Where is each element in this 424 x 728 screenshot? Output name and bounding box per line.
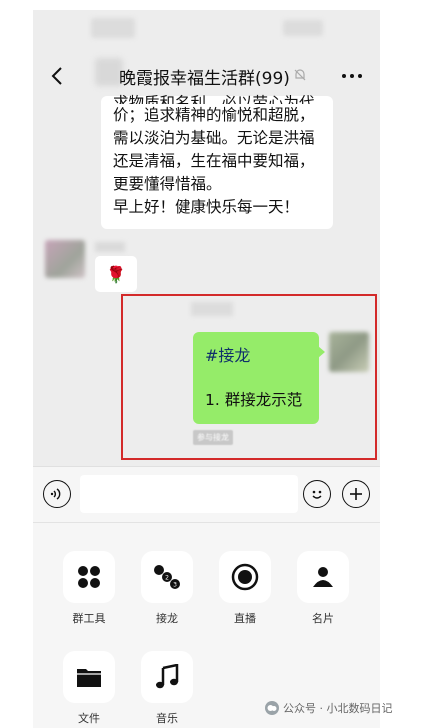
jielong-item: 1. 群接龙示范: [205, 391, 303, 409]
message-input[interactable]: [80, 475, 298, 513]
tool-label: 文件: [78, 712, 100, 725]
sticker-message[interactable]: 🌹: [95, 256, 137, 292]
tool-tile[interactable]: [63, 551, 115, 603]
tool-label: 群工具: [72, 612, 106, 625]
chat-screen: 晚霞报幸福生活群(99) 求物质和名利，必以劳心为代 价；追求精神的愉悦和超脱，…: [33, 10, 380, 728]
contact-card-icon: [313, 567, 333, 587]
tool-tile[interactable]: 2 3: [141, 551, 193, 603]
wechat-official-icon: [265, 701, 279, 715]
tool-tile[interactable]: [297, 551, 349, 603]
tool-label: 接龙: [156, 612, 178, 625]
text-message-bubble[interactable]: 求物质和名利，必以劳心为代 价；追求精神的愉悦和超脱， 需以淡泊为基础。无论是洪…: [101, 94, 333, 229]
tool-music[interactable]: 音乐: [139, 651, 195, 726]
more-button[interactable]: [339, 66, 365, 86]
chat-header: 晚霞报幸福生活群(99): [33, 52, 380, 100]
self-avatar[interactable]: [329, 332, 369, 372]
message-line: 早上好！健康快乐每一天！: [113, 198, 300, 216]
message-line: 还是清福，生在福中要知福，: [113, 152, 315, 170]
tool-label: 音乐: [156, 712, 178, 725]
svg-text:3: 3: [173, 582, 177, 589]
message-line: 需以淡泊为基础。无论是洪福: [113, 129, 315, 147]
tool-tile[interactable]: [63, 651, 115, 703]
tool-jielong[interactable]: 2 3 接龙: [139, 551, 195, 626]
music-icon: [156, 664, 179, 689]
svg-text:2: 2: [165, 575, 169, 582]
tool-label: 直播: [234, 612, 256, 625]
tool-contact-card[interactable]: 名片: [295, 551, 351, 626]
message-line: 价；追求精神的愉悦和超脱，: [113, 106, 315, 124]
tool-file[interactable]: 文件: [61, 651, 117, 726]
rose-sticker-icon: 🌹: [106, 264, 126, 284]
more-panel: 群工具 2 3 接龙 直播 名片 文件 音乐: [33, 522, 380, 728]
mute-bell-icon: [294, 69, 306, 81]
join-jielong-label[interactable]: 参与接龙: [193, 430, 233, 445]
tool-label: 名片: [312, 612, 334, 625]
page-title: 晚霞报幸福生活群(99): [119, 69, 290, 89]
watermark: 公众号 · 小北数码日记: [265, 700, 393, 716]
chevron-left-icon: [51, 67, 62, 85]
smiley-icon: [312, 490, 322, 499]
message-line: 更要懂得惜福。: [113, 175, 222, 193]
tool-tile[interactable]: [219, 551, 271, 603]
voice-button[interactable]: [43, 480, 71, 508]
status-bar-blur-right: [283, 20, 323, 36]
jielong-icon: 2 3: [154, 565, 180, 589]
live-icon: [231, 563, 259, 591]
sender-avatar[interactable]: [45, 240, 85, 278]
four-dots-icon: [78, 566, 100, 588]
jielong-message-bubble[interactable]: #接龙 1. 群接龙示范: [193, 332, 325, 424]
voice-icon: [50, 488, 61, 500]
timestamp-blur: [191, 302, 233, 316]
message-line: 求物质和名利，必以劳心为代: [113, 94, 315, 104]
jielong-tag[interactable]: #接龙: [205, 342, 307, 366]
sender-name-blur: [95, 242, 125, 252]
tool-tile[interactable]: [141, 651, 193, 703]
tool-live[interactable]: 直播: [217, 551, 273, 626]
status-bar-blur: [91, 18, 135, 38]
more-dots-icon: [342, 74, 362, 78]
back-button[interactable]: [45, 60, 69, 92]
plus-button[interactable]: [342, 480, 370, 508]
folder-icon: [77, 669, 101, 687]
input-bar: [33, 466, 380, 523]
watermark-text: 公众号 · 小北数码日记: [283, 702, 393, 715]
tool-group-tools[interactable]: 群工具: [61, 551, 117, 626]
emoji-button[interactable]: [303, 480, 331, 508]
plus-icon: [350, 488, 362, 500]
